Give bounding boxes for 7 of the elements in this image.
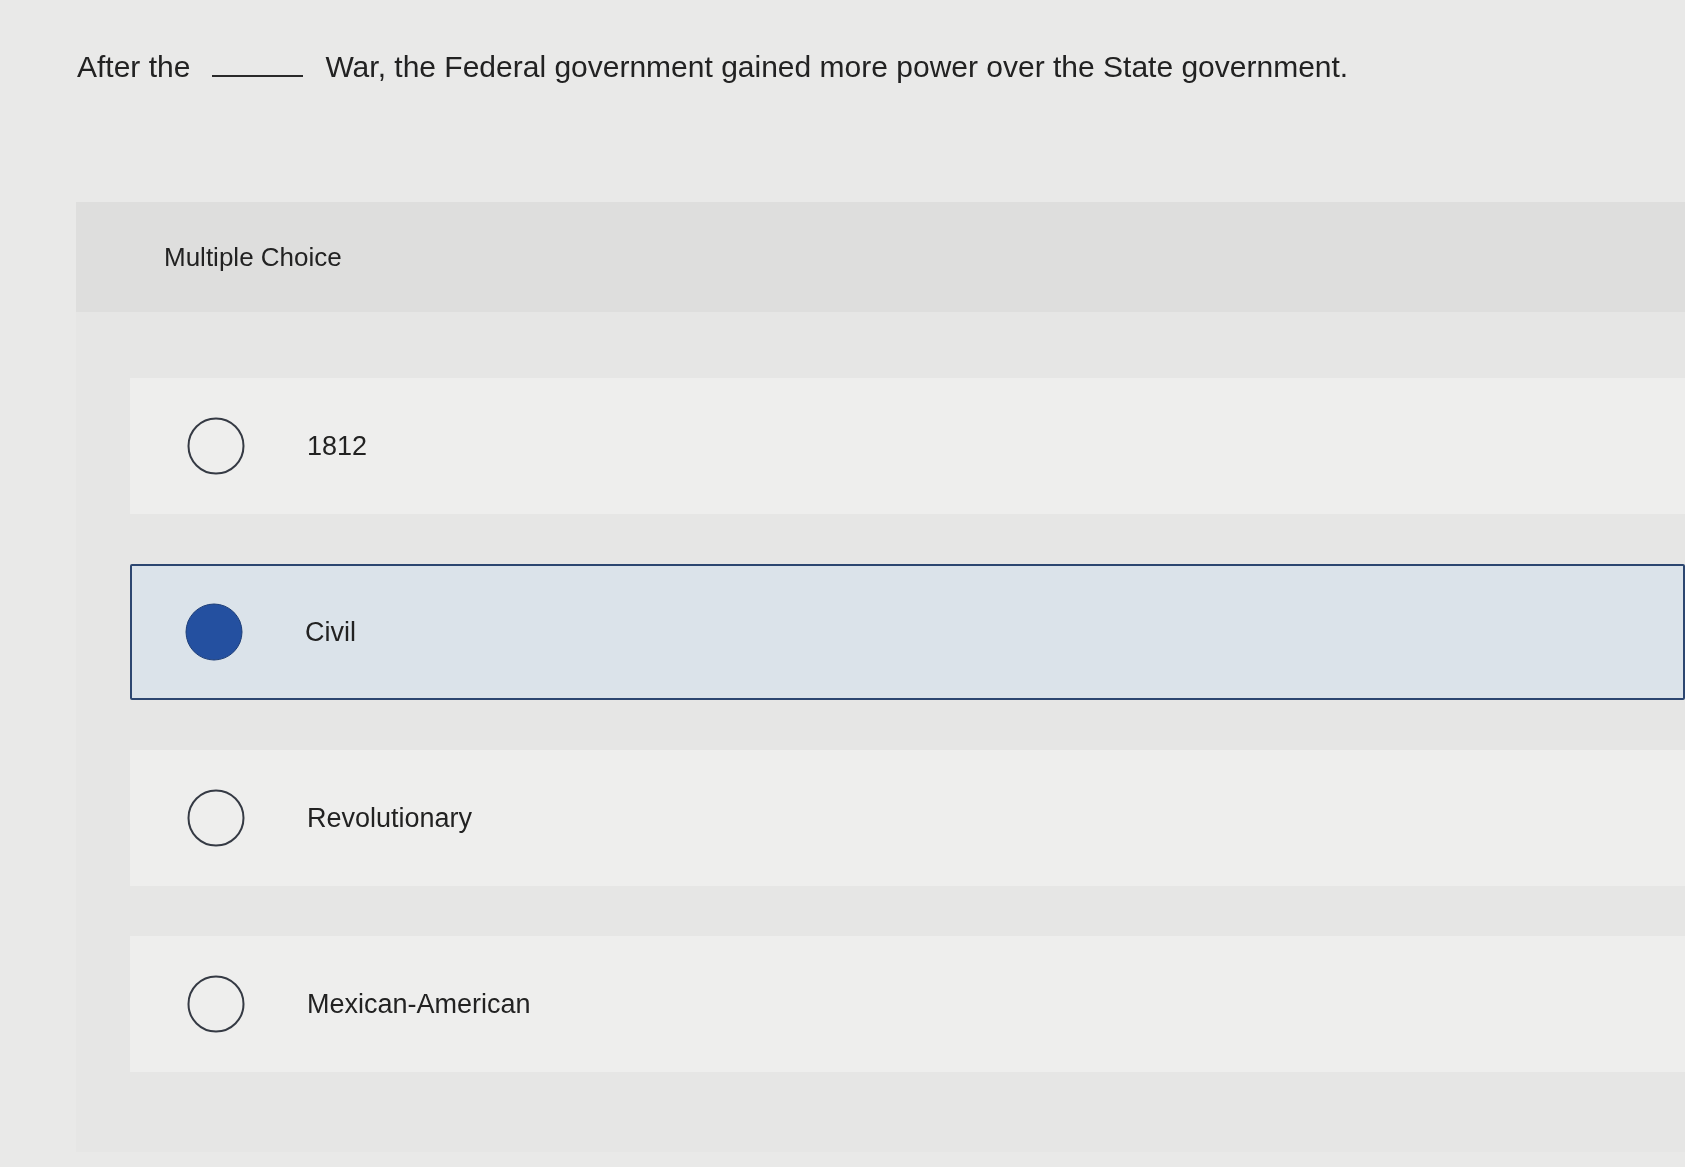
panel-heading: Multiple Choice [164,240,342,274]
answer-option[interactable]: Revolutionary [130,750,1685,886]
answer-option[interactable]: Mexican-American [130,936,1685,1072]
answer-option[interactable]: Civil [130,564,1685,700]
question-text: After the [77,49,191,85]
question-text: War, the Federal government gained more power over the State government. [325,49,1349,85]
answer-option[interactable]: 1812 [130,378,1685,514]
